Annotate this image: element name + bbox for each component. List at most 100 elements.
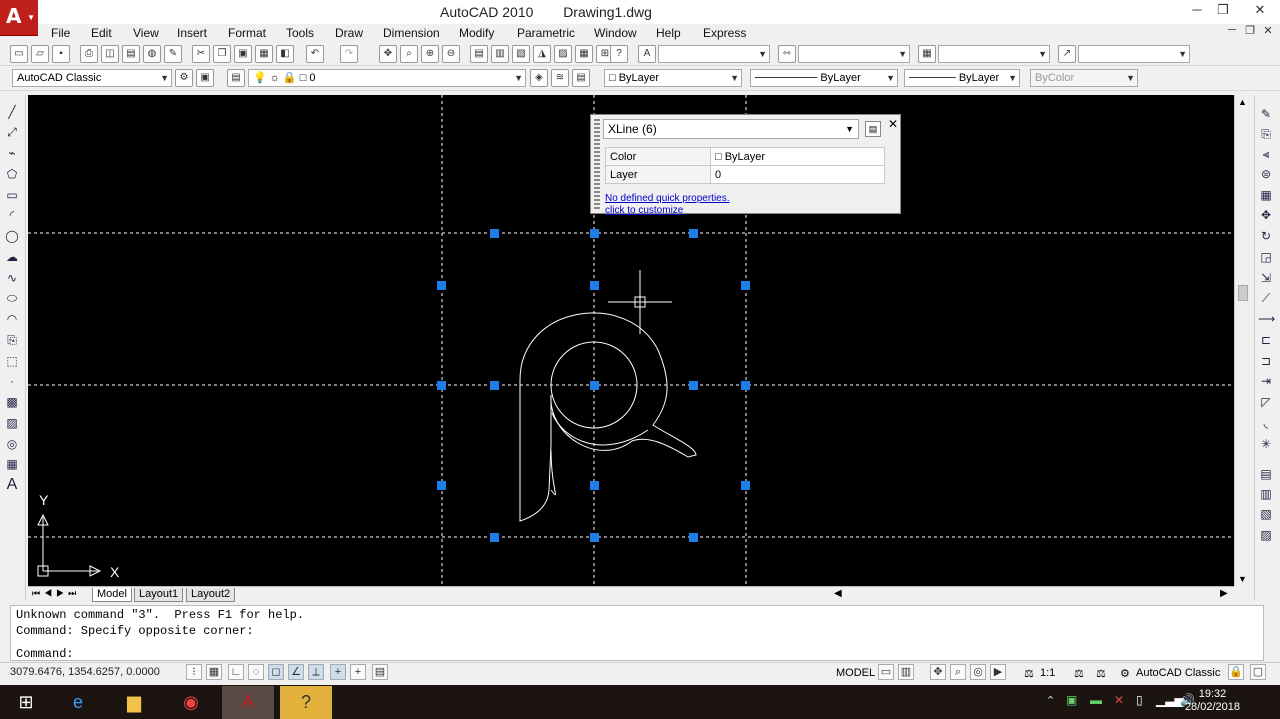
revision-cloud-icon[interactable]: ☁: [4, 249, 20, 265]
help-icon[interactable]: ?: [610, 45, 628, 63]
scroll-thumb[interactable]: [1238, 285, 1248, 301]
grip[interactable]: [490, 229, 499, 238]
redo-icon[interactable]: ↷: [340, 45, 358, 63]
model-space-label[interactable]: MODEL: [836, 667, 875, 679]
grip[interactable]: [741, 481, 750, 490]
paste-icon[interactable]: ▣: [234, 45, 252, 63]
command-line[interactable]: Unknown command "3". Press F1 for help. …: [10, 605, 1264, 661]
new-file-icon[interactable]: ▭: [10, 45, 28, 63]
close-window-button[interactable]: ✕: [1240, 0, 1280, 22]
undo-icon[interactable]: ↶: [306, 45, 324, 63]
layer-properties-icon[interactable]: ▤: [227, 69, 245, 87]
mirror-icon[interactable]: ⫷: [1258, 146, 1274, 162]
osnap-icon[interactable]: ◻: [268, 664, 284, 680]
line-icon[interactable]: ╱: [4, 104, 20, 120]
print-icon[interactable]: ⎙: [80, 45, 98, 63]
arc-icon[interactable]: ◜: [4, 207, 20, 223]
properties-icon[interactable]: ▤: [470, 45, 488, 63]
open-file-icon[interactable]: ▱: [31, 45, 49, 63]
make-current-layer-icon[interactable]: ◈: [530, 69, 548, 87]
text-style-combo[interactable]: ▼: [658, 45, 770, 63]
zoom-status-icon[interactable]: ⌕: [950, 664, 966, 680]
file-explorer-icon[interactable]: ▆: [108, 686, 160, 719]
application-menu-button[interactable]: A ▼: [0, 0, 38, 36]
block-editor-icon[interactable]: ◧: [276, 45, 294, 63]
circle-icon[interactable]: ◯: [4, 228, 20, 244]
scroll-up-icon[interactable]: ▲: [1238, 97, 1247, 107]
internet-explorer-icon[interactable]: e: [52, 686, 104, 719]
break-icon[interactable]: ⊐: [1258, 353, 1274, 369]
property-value[interactable]: □ ByLayer: [710, 147, 885, 166]
grip[interactable]: [741, 281, 750, 290]
doc-minimize-button[interactable]: ─: [1224, 24, 1240, 36]
menu-insert[interactable]: Insert: [177, 26, 207, 40]
table-icon[interactable]: ▦: [4, 456, 20, 472]
battery-icon[interactable]: ▯: [1136, 693, 1143, 707]
grip[interactable]: [590, 281, 599, 290]
clean-screen-icon[interactable]: ▢: [1250, 664, 1266, 680]
workspace-combo[interactable]: AutoCAD Classic ▼: [12, 69, 172, 87]
chrome-icon[interactable]: ◉: [165, 686, 217, 719]
table-style-icon[interactable]: ▦: [918, 45, 936, 63]
stretch-icon[interactable]: ⇲: [1258, 270, 1274, 286]
linetype-combo[interactable]: ──────── ByLayer ▼: [750, 69, 898, 87]
restore-button[interactable]: ❐: [1206, 0, 1240, 22]
grip[interactable]: [590, 381, 599, 390]
make-block-icon[interactable]: ⬚: [4, 353, 20, 369]
table-style-combo[interactable]: ▼: [938, 45, 1050, 63]
mleader-style-icon[interactable]: ↗: [1058, 45, 1076, 63]
rectangle-icon[interactable]: ▭: [4, 187, 20, 203]
grip[interactable]: [437, 481, 446, 490]
ducs-icon[interactable]: ⟂: [308, 664, 324, 680]
construction-line-icon[interactable]: ⤢: [4, 124, 20, 140]
join-icon[interactable]: ⇥: [1258, 373, 1274, 389]
menu-file[interactable]: File: [51, 26, 70, 40]
layer-combo[interactable]: 💡 ☼ 🔒 □ 0 ▼: [248, 69, 526, 87]
color-combo[interactable]: □ ByLayer ▼: [604, 69, 742, 87]
sheet-set-icon[interactable]: ◮: [533, 45, 551, 63]
vertical-scrollbar[interactable]: ▲ ▼: [1234, 95, 1250, 586]
ortho-icon[interactable]: ∟: [228, 664, 244, 680]
panel-grip[interactable]: [594, 119, 600, 209]
cut-icon[interactable]: ✂: [192, 45, 210, 63]
mleader-style-combo[interactable]: ▼: [1078, 45, 1190, 63]
menu-format[interactable]: Format: [228, 26, 266, 40]
hscroll-left-icon[interactable]: ◀: [834, 588, 842, 599]
fillet-icon[interactable]: ◟: [1258, 415, 1274, 431]
multiline-text-icon[interactable]: A: [4, 477, 20, 493]
tray-overflow-icon[interactable]: ⌃: [1046, 694, 1055, 707]
steering-wheel-icon[interactable]: ◎: [970, 664, 986, 680]
grip[interactable]: [490, 381, 499, 390]
quick-view-layouts-icon[interactable]: ▭: [878, 664, 894, 680]
doc-close-button[interactable]: ✕: [1260, 24, 1276, 37]
bring-front-icon[interactable]: ▥: [1258, 486, 1274, 502]
polyline-icon[interactable]: ⌁: [4, 145, 20, 161]
rotate-icon[interactable]: ↻: [1258, 228, 1274, 244]
break-at-point-icon[interactable]: ⊏: [1258, 332, 1274, 348]
lineweight-icon[interactable]: +: [350, 664, 366, 680]
help-taskbar-icon[interactable]: ?: [280, 686, 332, 719]
grip[interactable]: [590, 481, 599, 490]
menu-tools[interactable]: Tools: [286, 26, 314, 40]
dim-style-combo[interactable]: ▼: [798, 45, 910, 63]
annotation-scale-icon[interactable]: ⚖: [1024, 667, 1034, 680]
menu-modify[interactable]: Modify: [459, 26, 494, 40]
zoom-previous-icon[interactable]: ⊖: [442, 45, 460, 63]
tool-palettes-icon[interactable]: ▧: [512, 45, 530, 63]
scale-icon[interactable]: ◲: [1258, 249, 1274, 265]
drawn-shape[interactable]: [519, 312, 697, 522]
menu-edit[interactable]: Edit: [91, 26, 112, 40]
copy-object-icon[interactable]: ⎘: [1258, 126, 1274, 142]
plotstyle-combo[interactable]: ByColor ▼: [1030, 69, 1138, 87]
text-style-icon[interactable]: A: [638, 45, 656, 63]
menu-draw[interactable]: Draw: [335, 26, 363, 40]
point-icon[interactable]: ·: [4, 373, 20, 389]
pan-status-icon[interactable]: ✥: [930, 664, 946, 680]
menu-view[interactable]: View: [133, 26, 159, 40]
tray-app-icon[interactable]: ▣: [1066, 693, 1077, 707]
lineweight-combo[interactable]: ────── ByLayer ▼: [904, 69, 1020, 87]
layer-states-icon[interactable]: ▤: [572, 69, 590, 87]
showmotion-icon[interactable]: ▶: [990, 664, 1006, 680]
extend-icon[interactable]: ⟶: [1258, 311, 1275, 327]
bring-above-icon[interactable]: ▨: [1258, 527, 1274, 543]
